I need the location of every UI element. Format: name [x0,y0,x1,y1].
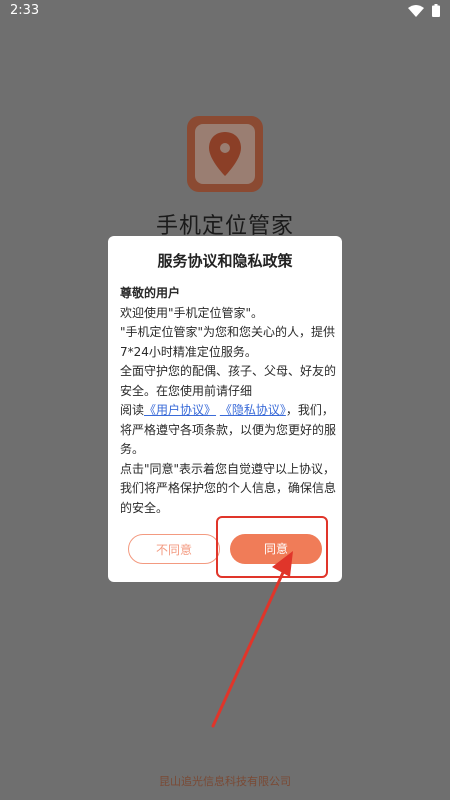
pointer-arrow [211,551,293,728]
company-name: 昆山追光信息科技有限公司 [159,775,291,788]
